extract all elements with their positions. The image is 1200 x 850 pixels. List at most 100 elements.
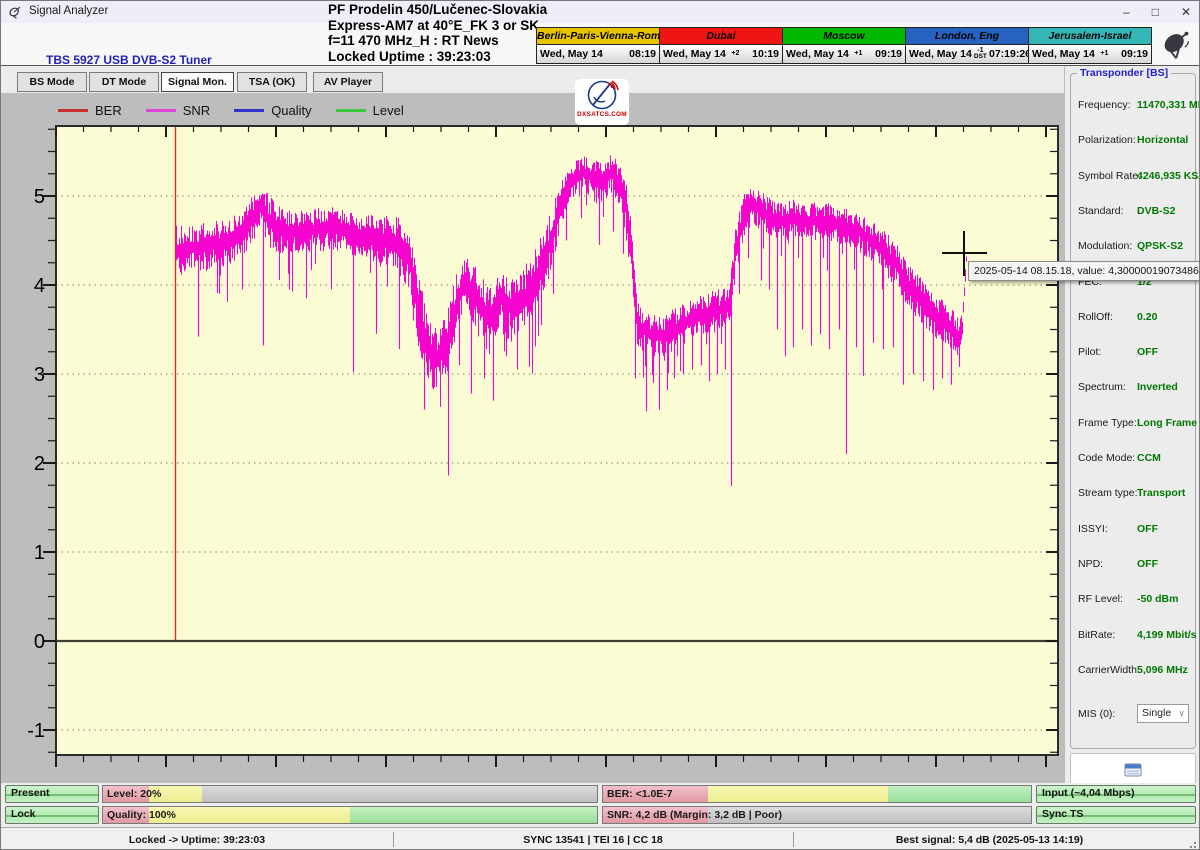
param-row-frametype: Frame Type:Long Frame [1071, 417, 1195, 431]
tab-dt-mode[interactable]: DT Mode [89, 72, 159, 92]
y-axis-label: 2 [34, 453, 45, 475]
input-4-04-mbps--indicator[interactable]: Input (~4,04 Mbps) [1036, 785, 1196, 803]
indicator-rows: PresentLevel: 20%BER: <1.0E-7Input (~4,0… [1, 783, 1199, 827]
status-cell-2: Best signal: 5,4 dB (2025-05-13 14:19) [793, 828, 1186, 850]
signal-analyzer-window: Signal Analyzer –□ ✕ TBS 5927 USB DVB-S2 … [0, 0, 1200, 850]
param-value: 5,096 MHz [1137, 664, 1188, 676]
clock-time: 08:19 [622, 48, 656, 60]
param-row-streamtype: Stream type:Transport [1071, 487, 1195, 501]
bar-label: BER: <1.0E-7 [607, 786, 673, 802]
status-bar: Locked -> Uptime: 39:23:03SYNC 13541 | T… [1, 827, 1199, 850]
bar-quality: Quality: 100% [102, 806, 598, 824]
info-line-uptime: Locked Uptime : 39:23:03 [328, 49, 547, 65]
groupbox-title: Transponder [BS] [1077, 67, 1171, 79]
clock-date: Wed, May 14 [786, 48, 849, 60]
clock-city-label: London, Eng [906, 28, 1028, 45]
bar-segment-yellow [149, 807, 350, 823]
param-label: Polarization: [1078, 134, 1136, 146]
carrier-info-block: PF Prodelin 450/Lučenec-Slovakia Express… [328, 2, 547, 64]
minimize-button[interactable]: – [1123, 1, 1130, 23]
param-row-issyi: ISSYI:OFF [1071, 523, 1195, 537]
tab-bs-mode[interactable]: BS Mode [17, 72, 87, 92]
mis-row: MIS (0): Single ∨ [1071, 708, 1195, 728]
dxsatcs-logo: DXSATCS.COM [575, 79, 629, 125]
clock-dubai: DubaiWed, May 14+210:19 [659, 27, 783, 64]
param-row-rflevel: RF Level: -50 dBm [1071, 593, 1195, 607]
param-label: ISSYI: [1078, 523, 1108, 535]
clock-date: Wed, May 14 [909, 48, 972, 60]
info-line-frequency: f=11 470 MHz_H : RT News [328, 33, 547, 49]
param-label: RF Level: [1078, 593, 1123, 605]
transponder-sidebar: Transponder [BS] Frequency:11470,331 MHz… [1064, 66, 1200, 783]
tab-signal-mon-[interactable]: Signal Mon. [161, 72, 234, 92]
param-value: CCM [1137, 452, 1161, 464]
close-button[interactable]: ✕ [1181, 1, 1191, 23]
tuner-name: TBS 5927 USB DVB-S2 Tuner [46, 53, 212, 67]
param-value: OFF [1137, 346, 1158, 358]
chart-tooltip: 2025-05-14 08.15.18, value: 4,3000001907… [968, 261, 1200, 281]
param-row-rolloff: RollOff:0.20 [1071, 311, 1195, 325]
clock-city-label: Moscow [783, 28, 905, 45]
param-value: Horizontal [1137, 134, 1188, 146]
resize-grip[interactable] [1186, 838, 1196, 848]
clock-date: Wed, May 14 [1032, 48, 1095, 60]
clock-city-label: Dubai [660, 28, 782, 45]
param-row-bitrate: BitRate:4,199 Mbit/s [1071, 629, 1195, 643]
clock-time: 09:19 [1114, 48, 1148, 60]
signal-monitor-panel: BERSNRQualityLevel DXSATCS.COM 543210-1 [1, 93, 1064, 783]
lock-indicator[interactable]: Lock [5, 806, 99, 824]
bar-ber: BER: <1.0E-7 [602, 785, 1032, 803]
y-axis-label: 4 [34, 275, 45, 297]
clock-jerusalem-israel: Jerusalem-IsraelWed, May 14+109:19 [1028, 27, 1152, 64]
param-row-frequency: Frequency:11470,331 MHz [1071, 99, 1195, 113]
param-label: Spectrum: [1078, 381, 1126, 393]
chevron-down-icon: ∨ [1178, 705, 1185, 722]
mis-selected-value: Single [1142, 707, 1171, 719]
clock-time: 10:19 [745, 48, 779, 60]
clock-time: 07:19:26 [989, 48, 1025, 60]
clock-date: Wed, May 14 [663, 48, 726, 60]
param-label: Symbol Rate: [1078, 170, 1141, 182]
param-value: QPSK-S2 [1137, 240, 1183, 252]
maximize-button[interactable]: □ [1152, 1, 1159, 23]
y-axis-label: -1 [27, 720, 45, 742]
tab-tsa-ok-[interactable]: TSA (OK) [237, 72, 307, 92]
clock-city-label: Jerusalem-Israel [1029, 28, 1151, 45]
info-line-satellite: Express-AM7 at 40°E_FK 3 or SK [328, 18, 547, 34]
param-value: 4,199 Mbit/s [1137, 629, 1197, 641]
bar-segment-green [888, 786, 1031, 802]
param-value: OFF [1137, 558, 1158, 570]
param-label: CarrierWidth: [1078, 664, 1140, 676]
clock-utc-offset: +1 [849, 51, 868, 58]
bar-segment-green [350, 807, 597, 823]
param-value: 11470,331 MHz [1137, 99, 1200, 111]
clock-time: 09:19 [868, 48, 902, 60]
param-value: 0.20 [1137, 311, 1157, 323]
tab-av-player[interactable]: AV Player [313, 72, 383, 92]
world-clocks: Berlin-Paris-Vienna-RomaWed, May 1408:19… [537, 27, 1152, 64]
param-value: -50 dBm [1137, 593, 1178, 605]
sync-ts-indicator[interactable]: Sync TS [1036, 806, 1196, 824]
dxsatcs-logo-text: DXSATCS.COM [577, 111, 627, 118]
title-bar: Signal Analyzer –□ ✕ [1, 1, 1199, 23]
param-row-spectrum: Spectrum:Inverted [1071, 381, 1195, 395]
param-label: NPD: [1078, 558, 1103, 570]
snr-chart[interactable]: 543210-1 [1, 93, 1064, 783]
bar-snr: SNR: 4,2 dB (Margin: 3,2 dB | Poor) [602, 806, 1032, 824]
y-axis-label: 5 [34, 186, 45, 208]
param-row-codemode: Code Mode:CCM [1071, 452, 1195, 466]
transport-analyzer-button[interactable] [1070, 753, 1196, 786]
mis-dropdown[interactable]: Single ∨ [1137, 704, 1189, 723]
param-label: Code Mode: [1078, 452, 1135, 464]
param-row-carrierwidth: CarrierWidth:5,096 MHz [1071, 664, 1195, 678]
satellite-dish-icon [1161, 29, 1195, 61]
transponder-groupbox: Transponder [BS] Frequency:11470,331 MHz… [1070, 73, 1196, 749]
clock-london-eng: London, EngWed, May 14-1DST07:19:26 [905, 27, 1029, 64]
dxsatcs-logo-graphic [582, 79, 622, 113]
clock-berlin-paris-vienna-roma: Berlin-Paris-Vienna-RomaWed, May 1408:19 [536, 27, 660, 64]
window-title: Signal Analyzer [29, 5, 108, 17]
param-value: Long Frame [1137, 417, 1197, 429]
param-label: Pilot: [1078, 346, 1101, 358]
present-indicator[interactable]: Present [5, 785, 99, 803]
y-axis-label: 1 [34, 542, 45, 564]
